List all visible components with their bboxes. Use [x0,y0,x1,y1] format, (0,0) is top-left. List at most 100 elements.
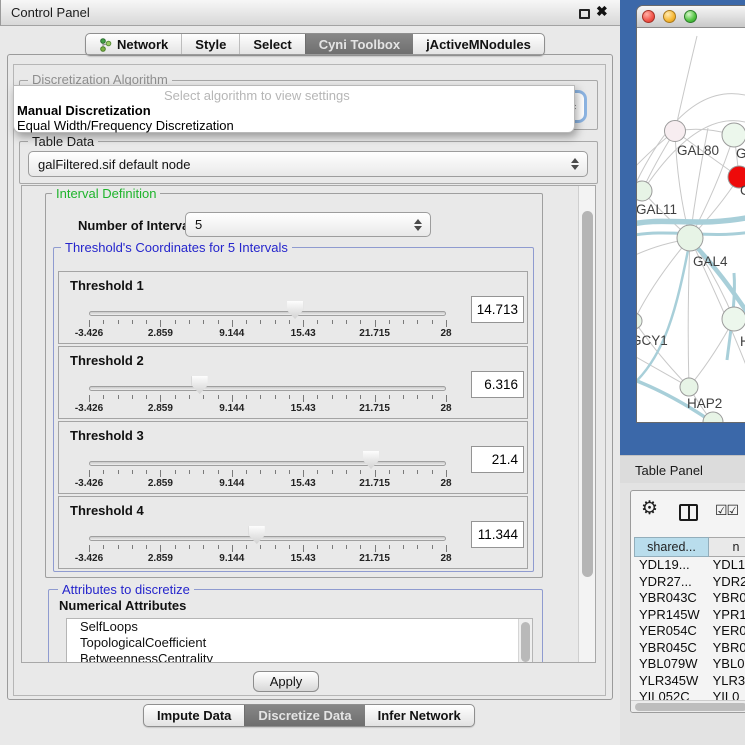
table-row[interactable]: YIL052CYIL0 [634,689,745,700]
popup-placeholder-item[interactable]: Select algorithm to view settings [164,88,350,103]
tab-jactivemnodules[interactable]: jActiveMNodules [413,34,544,55]
threshold-1-slider-track[interactable] [89,311,446,316]
popup-option-manual-discretization[interactable]: Manual Discretization [17,103,151,118]
control-panel-titlebar: Control Panel ✖ [0,0,620,26]
threshold-4-panel: Threshold 4 -3.426 2.859 9.144 15.43 21.… [58,496,528,569]
popup-option-equal-width[interactable]: Equal Width/Frequency Discretization [17,118,234,133]
node-gal80[interactable] [665,121,686,142]
scrollbar-thumb[interactable] [635,703,745,711]
top-tab-bar: Network Style Select Cyni Toolbox jActiv… [85,33,545,56]
network-view-window[interactable]: GAL80 GA C GAL11 GAL4 GCY1 H HAP2 [636,5,745,423]
threshold-3-value-field[interactable] [471,446,524,473]
tab-network-label: Network [117,37,168,52]
column-header-shared-name[interactable]: shared... [634,537,709,557]
table-row[interactable]: YDR27...YDR2 [634,574,745,591]
node-gal4[interactable] [677,225,703,251]
network-icon [99,38,112,52]
close-icon[interactable]: ✖ [596,3,608,20]
table-row[interactable]: YLR345WYLR3 [634,673,745,690]
svg-text:GAL80: GAL80 [677,143,719,158]
svg-text:GAL11: GAL11 [637,202,677,217]
settings-scrollbar[interactable] [578,186,596,662]
column-header-name[interactable]: n [709,537,745,557]
attributes-group-label: Attributes to discretize [58,582,194,597]
tab-select[interactable]: Select [239,34,304,55]
node-partial-top-right[interactable] [722,123,745,147]
svg-text:GCY1: GCY1 [637,333,668,348]
number-of-intervals-combo[interactable]: 5 [185,212,431,237]
apply-button[interactable]: Apply [253,671,319,692]
slider-ticks [59,470,527,477]
table-row[interactable]: YBL079WYBL0 [634,656,745,673]
list-item[interactable]: TopologicalCoefficient [67,635,532,651]
select-columns-icon[interactable]: ☑☑ [715,502,738,519]
threshold-1-label: Threshold 1 [70,278,144,293]
svg-text:H: H [740,334,745,349]
threshold-2-value-field[interactable] [471,371,524,398]
threshold-4-label: Threshold 4 [70,503,144,518]
threshold-2-label: Threshold 2 [70,353,144,368]
tab-infer-network[interactable]: Infer Network [365,705,474,726]
slider-tick-labels: -3.426 2.859 9.144 15.43 21.715 28 [59,403,527,415]
network-nodes[interactable] [637,121,745,424]
table-row[interactable]: YBR045CYBR0 [634,640,745,657]
minimize-traffic-light-icon[interactable] [663,10,676,23]
combo-arrows-icon [414,219,422,231]
network-canvas[interactable]: GAL80 GA C GAL11 GAL4 GCY1 H HAP2 [637,28,745,423]
svg-text:GAL4: GAL4 [693,254,728,269]
node-partial-right[interactable] [722,307,745,331]
table-row[interactable]: YDL19...YDL1 [634,557,745,574]
list-item[interactable]: SelfLoops [67,619,532,635]
list-item[interactable]: BetweennessCentrality [67,651,532,663]
table-data-label: Table Data [28,134,98,149]
tab-network[interactable]: Network [86,34,181,55]
gear-icon[interactable]: ⚙ [641,497,658,520]
tab-style[interactable]: Style [181,34,239,55]
threshold-4-slider-track[interactable] [89,536,446,541]
split-columns-icon[interactable] [679,504,698,521]
table-rows: YDL19...YDL1 YDR27...YDR2 YBR043CYBR0 YP… [634,557,745,700]
network-window-titlebar[interactable] [637,6,745,28]
node-hap2[interactable] [680,378,698,396]
node-gal11[interactable] [637,181,652,201]
tab-cyni-toolbox[interactable]: Cyni Toolbox [305,34,413,55]
float-window-icon[interactable] [579,9,590,19]
slider-tick-labels: -3.426 2.859 9.144 15.43 21.715 28 [59,478,527,490]
svg-text:HAP2: HAP2 [687,396,722,411]
table-row[interactable]: YPR145WYPR1 [634,607,745,624]
slider-ticks [59,320,527,327]
window-title: Control Panel [11,5,90,20]
threshold-1-panel: Threshold 1 -3.426 2.859 9.144 15.43 21.… [58,271,528,344]
tab-discretize-data[interactable]: Discretize Data [244,705,364,726]
threshold-3-slider-thumb[interactable] [363,451,379,469]
slider-tick-labels: -3.426 2.859 9.144 15.43 21.715 28 [59,328,527,340]
threshold-3-label: Threshold 3 [70,428,144,443]
slider-ticks [59,395,527,402]
table-data-combo[interactable]: galFiltered.sif default node [28,151,588,177]
list-scrollbar[interactable] [518,619,532,663]
table-horizontal-scrollbar[interactable] [631,700,745,712]
threshold-2-slider-thumb[interactable] [192,376,208,394]
table-panel: ⚙ ☑☑ shared... n YDL19...YDL1 YDR27...YD… [630,490,745,713]
threshold-1-value-field[interactable] [471,296,524,323]
tab-impute-data[interactable]: Impute Data [144,705,244,726]
close-traffic-light-icon[interactable] [642,10,655,23]
combo-arrows-icon [571,158,579,170]
table-data-combo-value: galFiltered.sif default node [38,157,190,172]
app-root: Control Panel ✖ Network Style Select Cyn… [0,0,745,745]
node-gcy1[interactable] [637,313,642,329]
scrollbar-thumb[interactable] [582,211,593,577]
bottom-tab-bar: Impute Data Discretize Data Infer Networ… [143,704,475,727]
threshold-4-value-field[interactable] [471,521,524,548]
thresholds-group-label: Threshold's Coordinates for 5 Intervals [61,240,292,255]
threshold-2-slider-track[interactable] [89,386,446,391]
threshold-3-panel: Threshold 3 -3.426 2.859 9.144 15.43 21.… [58,421,528,494]
zoom-traffic-light-icon[interactable] [684,10,697,23]
table-row[interactable]: YBR043CYBR0 [634,590,745,607]
svg-text:GA: GA [736,146,745,161]
node-labels: GAL80 GA C GAL11 GAL4 GCY1 H HAP2 [637,143,745,411]
threshold-4-slider-thumb[interactable] [249,526,265,544]
threshold-1-slider-thumb[interactable] [287,301,303,319]
table-row[interactable]: YER054CYER0 [634,623,745,640]
threshold-3-slider-track[interactable] [89,461,446,466]
